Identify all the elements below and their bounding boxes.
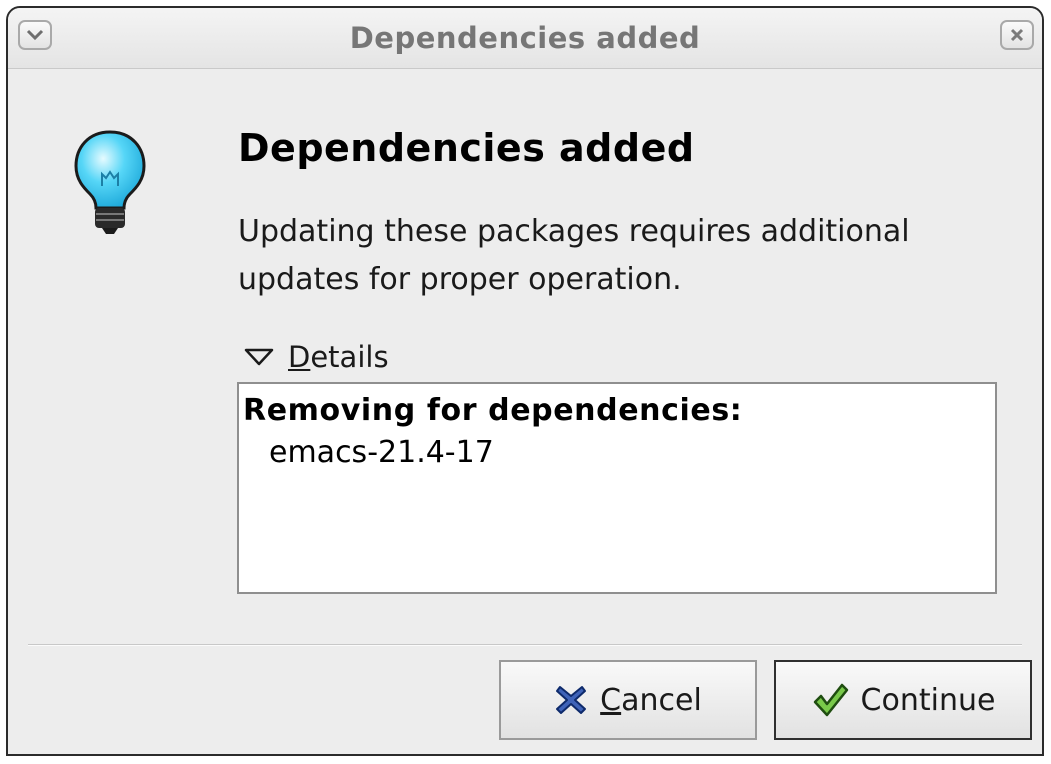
lightbulb-icon <box>74 130 146 234</box>
details-label-rest: etails <box>310 340 389 374</box>
cancel-mnemonic: C <box>600 682 622 718</box>
details-text-area[interactable]: Removing for dependencies: emacs-21.4-17 <box>237 382 997 594</box>
cancel-label: Cancel <box>600 683 702 718</box>
close-icon <box>1010 28 1024 42</box>
title-bar[interactable]: Dependencies added <box>8 8 1042 69</box>
triangle-down-icon <box>244 348 274 366</box>
dependency-section-header: Removing for dependencies: <box>243 393 743 428</box>
details-mnemonic: D <box>288 340 311 374</box>
dialog-heading: Dependencies added <box>238 126 695 170</box>
dialog-window: Dependencies added Dependencies added Up… <box>6 6 1044 756</box>
continue-button[interactable]: Continue <box>774 660 1032 740</box>
checkmark-icon <box>813 683 848 717</box>
details-expander[interactable]: Details <box>244 340 389 374</box>
window-title: Dependencies added <box>349 21 701 55</box>
button-separator <box>28 644 1022 646</box>
cancel-label-rest: ancel <box>621 682 702 718</box>
dialog-message: Updating these packages requires additio… <box>238 214 910 297</box>
dependency-item: emacs-21.4-17 <box>269 435 494 470</box>
cancel-button[interactable]: Cancel <box>499 660 757 740</box>
window-close-button[interactable] <box>1000 20 1034 50</box>
continue-label: Continue <box>860 682 996 718</box>
cancel-x-icon <box>556 686 587 714</box>
details-label: Details <box>288 340 389 374</box>
